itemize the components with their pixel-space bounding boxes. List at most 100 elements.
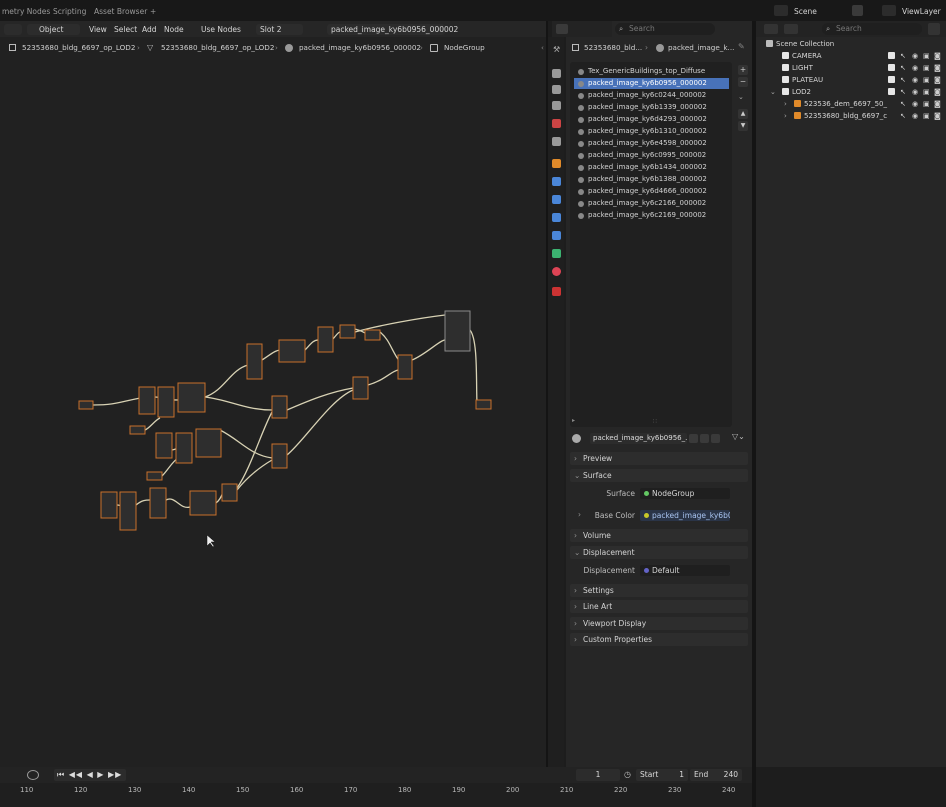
material-slot[interactable]: packed_image_ky6d4293_000002 — [574, 114, 729, 125]
list-resize-handle[interactable]: ▸ — [572, 417, 575, 424]
node[interactable] — [317, 326, 334, 353]
auto-keying-icon[interactable] — [27, 770, 39, 780]
move-slot-down-button[interactable]: ▼ — [738, 121, 748, 131]
eye-icon[interactable]: ◉ — [912, 74, 918, 86]
panel-viewport-display[interactable]: › Viewport Display — [570, 617, 748, 630]
node[interactable] — [444, 310, 471, 352]
outliner-item-plateau[interactable]: PLATEAU ↖ ◉ ▣ ◙ — [760, 74, 946, 86]
material-slot[interactable]: packed_image_ky6c2166_000002 — [574, 198, 729, 209]
outliner-item-camera[interactable]: CAMERA ↖ ◉ ▣ ◙ — [760, 50, 946, 62]
clock-icon[interactable]: ◷ — [624, 770, 631, 779]
node[interactable] — [246, 343, 263, 380]
node[interactable] — [175, 432, 193, 464]
properties-search-input[interactable]: ⌕ Search — [615, 23, 715, 35]
camera-render-icon[interactable]: ◙ — [934, 74, 941, 86]
material-slot-selected[interactable]: packed_image_ky6b0956_000002 — [574, 78, 729, 89]
node[interactable] — [146, 471, 163, 481]
material-tab-icon[interactable] — [552, 267, 561, 276]
material-slot[interactable]: packed_image_ky6b1339_000002 — [574, 102, 729, 113]
particles-tab-icon[interactable] — [552, 195, 561, 204]
select-arrow-icon[interactable]: ↖ — [900, 62, 906, 74]
material-slot[interactable]: packed_image_ky6b1388_000002 — [574, 174, 729, 185]
duplicate-material-icon[interactable] — [700, 434, 709, 443]
world-tab-icon[interactable] — [552, 137, 561, 146]
material-slot[interactable]: packed_image_ky6b1434_000002 — [574, 162, 729, 173]
outliner-scene-collection[interactable]: Scene Collection — [760, 38, 946, 50]
select-arrow-icon[interactable]: ↖ — [900, 110, 906, 122]
monitor-icon[interactable]: ▣ — [923, 98, 930, 110]
monitor-icon[interactable]: ▣ — [923, 110, 930, 122]
node[interactable] — [138, 386, 156, 415]
pin-icon[interactable]: ✎ — [738, 42, 745, 51]
view-layer-tab-icon[interactable] — [552, 101, 561, 110]
panel-settings[interactable]: › Settings — [570, 584, 748, 597]
view-layer-icon[interactable] — [882, 5, 896, 16]
node[interactable] — [195, 428, 222, 458]
node[interactable] — [271, 443, 288, 469]
node[interactable] — [189, 490, 217, 516]
eye-icon[interactable]: ◉ — [912, 86, 918, 98]
chevron-right-icon[interactable]: › — [784, 98, 787, 110]
eye-icon[interactable]: ◉ — [912, 98, 918, 110]
exclude-checkbox[interactable] — [888, 64, 895, 71]
material-slot[interactable]: packed_image_ky6c2169_000002 — [574, 210, 729, 221]
material-browse-icon[interactable] — [572, 434, 581, 443]
object-tab-icon[interactable] — [552, 159, 561, 168]
node[interactable] — [475, 399, 492, 410]
physics-tab-icon[interactable] — [552, 213, 561, 222]
display-mode-icon[interactable] — [784, 24, 798, 34]
render-tab-icon[interactable] — [552, 69, 561, 78]
editor-type-icon[interactable] — [556, 24, 568, 34]
node[interactable] — [339, 324, 356, 339]
node-graph[interactable] — [0, 0, 546, 767]
exclude-checkbox[interactable] — [888, 76, 895, 83]
chevron-down-icon[interactable]: ⌄ — [770, 86, 776, 98]
outliner-item-light[interactable]: LIGHT ↖ ◉ ▣ ◙ — [760, 62, 946, 74]
scene-name[interactable]: Scene — [794, 7, 817, 16]
node[interactable] — [119, 491, 137, 531]
link-type-dropdown[interactable]: ▽⌄ — [732, 432, 745, 441]
select-arrow-icon[interactable]: ↖ — [900, 98, 906, 110]
node[interactable] — [352, 376, 369, 400]
outliner-item-lod2[interactable]: ⌄ LOD2 ↖ ◉ ▣ ◙ — [760, 86, 946, 98]
end-frame-field[interactable]: End 240 — [690, 769, 742, 781]
filter-icon[interactable] — [928, 23, 940, 35]
outliner-search-input[interactable]: ⌕ Search — [822, 23, 922, 35]
camera-render-icon[interactable]: ◙ — [934, 98, 941, 110]
eye-icon[interactable]: ◉ — [912, 62, 918, 74]
remove-slot-button[interactable]: − — [738, 77, 748, 87]
material-slot[interactable]: Tex_GenericBuildings_top_Diffuse — [574, 66, 729, 77]
eye-icon[interactable]: ◉ — [912, 50, 918, 62]
material-slot-list[interactable]: Tex_GenericBuildings_top_Diffuse packed_… — [570, 62, 732, 427]
unlink-material-icon[interactable] — [711, 434, 720, 443]
camera-render-icon[interactable]: ◙ — [934, 50, 941, 62]
texture-tab-icon[interactable] — [552, 287, 561, 296]
playback-controls[interactable]: ⏮ ◀◀ ◀ ▶ ▶▶ ⏭ — [54, 769, 126, 791]
view-layer-name[interactable]: ViewLayer — [902, 7, 941, 16]
node[interactable] — [100, 491, 118, 519]
outliner-item-bldg[interactable]: › 52353680_bldg_6697_c ↖ ◉ ▣ ◙ — [760, 110, 946, 122]
constraints-tab-icon[interactable] — [552, 231, 561, 240]
node[interactable] — [155, 432, 173, 459]
base-color-field[interactable]: packed_image_ky6b0... — [640, 510, 730, 521]
monitor-icon[interactable]: ▣ — [923, 50, 930, 62]
scene-icon[interactable] — [774, 5, 788, 16]
add-slot-button[interactable]: + — [738, 65, 748, 75]
node[interactable] — [129, 425, 146, 435]
material-slot[interactable]: packed_image_ky6b1310_000002 — [574, 126, 729, 137]
monitor-icon[interactable]: ▣ — [923, 62, 930, 74]
modifier-tab-icon[interactable] — [552, 177, 561, 186]
monitor-icon[interactable]: ▣ — [923, 74, 930, 86]
node[interactable] — [278, 339, 306, 363]
move-slot-up-button[interactable]: ▲ — [738, 109, 748, 119]
node[interactable] — [149, 487, 167, 519]
node[interactable] — [364, 329, 381, 341]
node[interactable] — [177, 382, 206, 413]
material-slot[interactable]: packed_image_ky6c0244_000002 — [574, 90, 729, 101]
material-slot[interactable]: packed_image_ky6e4598_000002 — [574, 138, 729, 149]
node[interactable] — [78, 400, 94, 410]
displacement-field[interactable]: Default — [640, 565, 730, 576]
panel-surface[interactable]: ⌄ Surface — [570, 469, 748, 482]
outliner-item-dem[interactable]: › 523536_dem_6697_50_ ↖ ◉ ▣ ◙ — [760, 98, 946, 110]
panel-volume[interactable]: › Volume — [570, 529, 748, 542]
